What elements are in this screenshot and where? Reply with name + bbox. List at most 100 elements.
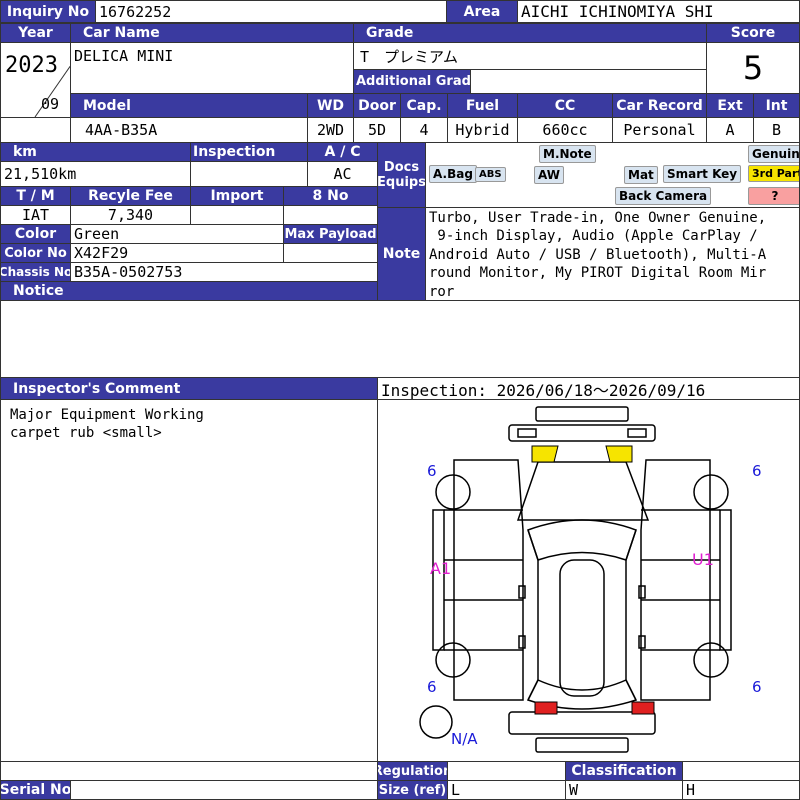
inspection-value bbox=[190, 161, 308, 187]
grade-value: T プレミアム bbox=[353, 42, 707, 70]
cap-label: Cap. bbox=[400, 93, 448, 118]
notice-body bbox=[0, 300, 800, 378]
serial-value bbox=[70, 780, 378, 800]
left-side bbox=[453, 459, 524, 701]
left-handle-front bbox=[518, 585, 526, 599]
serial-label: Serial No bbox=[0, 780, 71, 800]
no8-value bbox=[283, 205, 378, 225]
chassis-value: B35A-0502753 bbox=[70, 262, 378, 282]
mark-front-left: 6 bbox=[427, 462, 437, 480]
int-label: Int bbox=[753, 93, 800, 118]
ext-label: Ext bbox=[706, 93, 754, 118]
inspector-label: Inspector's Comment bbox=[0, 377, 378, 400]
year-value: 2023 bbox=[5, 53, 58, 78]
regulation-label: Regulation bbox=[377, 761, 448, 781]
classification-label: Classification bbox=[565, 761, 683, 781]
size-h: H bbox=[682, 780, 800, 800]
rear-plate bbox=[535, 737, 629, 753]
note-line-1: Turbo, User Trade-in, One Owner Genuine, bbox=[429, 210, 767, 226]
right-handle-rear bbox=[638, 635, 646, 649]
grade-label: Grade bbox=[353, 23, 707, 43]
wd-value: 2WD bbox=[307, 117, 354, 143]
right-side bbox=[640, 459, 711, 701]
model-label: Model bbox=[70, 93, 308, 118]
equip-abs: ABS bbox=[475, 167, 506, 182]
equip-third-party: 3rd Party bbox=[748, 165, 799, 182]
equip-mat: Mat bbox=[624, 166, 658, 184]
size-label: Size (ref) bbox=[377, 780, 448, 800]
docs-label-line1: Docs bbox=[383, 160, 420, 175]
regulation-value bbox=[447, 761, 566, 781]
comment-line-1: Major Equipment Working bbox=[10, 407, 204, 423]
equips-area: M.Note Genuine A.Bag ABS AW Mat Smart Ke… bbox=[425, 142, 800, 208]
tm-value: IAT bbox=[0, 205, 71, 225]
door-label: Door bbox=[353, 93, 401, 118]
color-no-label: Color No bbox=[0, 243, 71, 263]
equip-question: ? bbox=[748, 187, 799, 205]
comment-line-2: carpet rub <small> bbox=[10, 425, 162, 441]
windshield bbox=[527, 519, 637, 561]
km-label: km bbox=[0, 142, 191, 162]
import-label: Import bbox=[190, 186, 284, 206]
cc-label: CC bbox=[517, 93, 613, 118]
inspection-period: Inspection: 2026/06/18～2026/09/16 bbox=[377, 377, 800, 400]
car-diagram: 6 6 6 6 A1 U1 N/A bbox=[377, 399, 800, 762]
hood bbox=[516, 461, 650, 521]
rear-bumper bbox=[508, 711, 656, 735]
front-bumper-right bbox=[627, 428, 647, 438]
headlight-right bbox=[605, 445, 633, 463]
tm-label: T / M bbox=[0, 186, 71, 206]
score-label: Score bbox=[706, 23, 800, 43]
equip-aw: AW bbox=[534, 166, 564, 184]
mark-rear-left: 6 bbox=[427, 678, 437, 696]
wheel-rear-right bbox=[693, 642, 729, 678]
inquiry-label: Inquiry No bbox=[0, 0, 96, 23]
wheel-front-left bbox=[435, 474, 471, 510]
taillight-right bbox=[631, 701, 655, 715]
import-value bbox=[190, 205, 284, 225]
inspector-comment: Major Equipment Working carpet rub <smal… bbox=[0, 399, 378, 762]
fuel-value: Hybrid bbox=[447, 117, 518, 143]
footer-blank bbox=[0, 761, 378, 781]
front-plate bbox=[535, 406, 629, 422]
no8-label: 8 No bbox=[283, 186, 378, 206]
max-payload-label: Max Payload bbox=[283, 224, 378, 244]
car-name-label: Car Name bbox=[70, 23, 354, 43]
wd-label: WD bbox=[307, 93, 354, 118]
fuel-label: Fuel bbox=[447, 93, 518, 118]
color-label: Color bbox=[0, 224, 71, 244]
km-value: 21,510km bbox=[0, 161, 191, 187]
right-handle-front bbox=[638, 585, 646, 599]
front-bumper-left bbox=[517, 428, 537, 438]
roof bbox=[559, 559, 605, 697]
inspection-label: Inspection bbox=[190, 142, 308, 162]
mark-front-right: 6 bbox=[752, 462, 762, 480]
equip-m-note: M.Note bbox=[539, 145, 596, 163]
note-line-4: round Monitor, My PIROT Digital Room Mir bbox=[429, 265, 767, 282]
classification-value bbox=[682, 761, 800, 781]
left-a-pillar bbox=[527, 529, 539, 701]
row2-blank bbox=[0, 117, 71, 143]
docs-label-line2: Equips bbox=[377, 175, 426, 190]
car-name-value: DELICA MINI bbox=[70, 42, 354, 94]
cap-value: 4 bbox=[400, 117, 448, 143]
month-value: 09 bbox=[41, 95, 60, 113]
taillight-left bbox=[534, 701, 558, 715]
mark-right-side: U1 bbox=[692, 550, 714, 569]
additional-grade-label: Additional Grade bbox=[353, 69, 471, 94]
headlight-left bbox=[531, 445, 559, 463]
max-payload-value bbox=[283, 243, 378, 263]
size-l: L bbox=[447, 780, 566, 800]
right-sill bbox=[719, 509, 732, 651]
spare-wheel bbox=[419, 705, 453, 739]
docs-label: Docs Equips bbox=[377, 142, 426, 208]
model-value: 4AA-B35A bbox=[70, 117, 308, 143]
wheel-front-right bbox=[693, 474, 729, 510]
int-value: B bbox=[753, 117, 800, 143]
inquiry-no: 16762252 bbox=[95, 0, 447, 23]
car-record-value: Personal bbox=[612, 117, 707, 143]
recycle-label: Recyle Fee bbox=[70, 186, 191, 206]
cc-value: 660cc bbox=[517, 117, 613, 143]
note-line-2: 9-inch Display, Audio (Apple CarPlay / bbox=[429, 228, 758, 245]
mark-spare: N/A bbox=[451, 730, 478, 748]
